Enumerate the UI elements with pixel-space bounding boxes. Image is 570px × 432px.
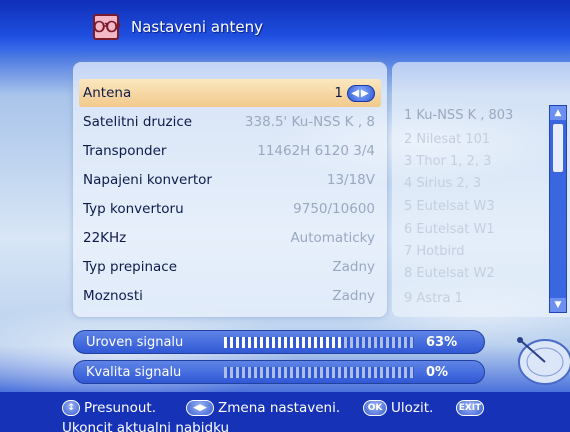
hint-move: ↕ Presunout. bbox=[62, 400, 156, 416]
hint-change-label: Zmena nastaveni. bbox=[218, 400, 341, 416]
list-item[interactable]: 7 Hotbird bbox=[404, 244, 544, 259]
scroll-down-icon[interactable]: ▼ bbox=[550, 298, 566, 312]
list-item[interactable]: 5 Eutelsat W3 bbox=[404, 199, 544, 214]
setting-value: 9750/10600 bbox=[293, 201, 375, 217]
setting-row-22khz[interactable]: 22KHz Automaticky bbox=[79, 224, 381, 252]
setting-row-antena[interactable]: Antena 1 ◀▶ bbox=[79, 79, 381, 107]
hint-save-label: Ulozit. bbox=[391, 400, 434, 416]
setting-label: 22KHz bbox=[83, 230, 127, 246]
settings-panel: Antena 1 ◀▶ Satelitni druzice 338.5' Ku-… bbox=[73, 62, 387, 317]
list-scrollbar[interactable]: ▲ ▼ bbox=[549, 105, 567, 313]
setting-row-transponder[interactable]: Transponder 11462H 6120 3/4 bbox=[79, 137, 381, 165]
setting-value: 1 ◀▶ bbox=[334, 84, 375, 102]
signal-level-label: Uroven signalu bbox=[86, 334, 184, 350]
satellite-app-icon: ᎤᎤ bbox=[93, 14, 121, 40]
hint-exit: EXIT bbox=[456, 400, 484, 416]
setting-row-satellite[interactable]: Satelitni druzice 338.5' Ku-NSS K , 8 bbox=[79, 108, 381, 136]
setting-value: Automaticky bbox=[290, 230, 375, 246]
signal-quality-bar bbox=[224, 367, 414, 378]
setting-row-options[interactable]: Moznosti Zadny bbox=[79, 282, 381, 310]
setting-label: Moznosti bbox=[83, 288, 143, 304]
scroll-up-icon[interactable]: ▲ bbox=[550, 106, 566, 120]
signal-quality-percent: 0% bbox=[426, 364, 449, 380]
signal-quality-label: Kvalita signalu bbox=[86, 364, 182, 380]
list-item[interactable]: 4 Sirius 2, 3 bbox=[404, 176, 544, 191]
signal-level-fill bbox=[224, 337, 344, 348]
list-item[interactable]: 3 Thor 1, 2, 3 bbox=[404, 154, 544, 169]
satellite-list-panel: 1 Ku-NSS K , 803 2 Nilesat 101 3 Thor 1,… bbox=[392, 62, 570, 317]
setting-value: 11462H 6120 3/4 bbox=[257, 143, 375, 159]
setting-label: Typ konvertoru bbox=[83, 201, 184, 217]
list-item[interactable]: 2 Nilesat 101 bbox=[404, 132, 544, 147]
setting-label: Satelitni druzice bbox=[83, 114, 193, 130]
setting-label: Napajeni konvertor bbox=[83, 172, 212, 188]
left-right-arrows-icon[interactable]: ◀▶ bbox=[347, 84, 375, 102]
setting-row-lnb-type[interactable]: Typ konvertoru 9750/10600 bbox=[79, 195, 381, 223]
list-item[interactable]: 6 Eutelsat W1 bbox=[404, 222, 544, 237]
title-bar: ᎤᎤ Nastaveni anteny bbox=[0, 0, 570, 52]
hint-save: OK Ulozit. bbox=[363, 400, 433, 416]
signal-quality-meter: Kvalita signalu 0% bbox=[73, 360, 485, 384]
signal-level-meter: Uroven signalu 63% bbox=[73, 330, 485, 354]
setting-value: 13/18V bbox=[326, 172, 375, 188]
antenna-number: 1 bbox=[334, 85, 343, 101]
setting-value: 338.5' Ku-NSS K , 8 bbox=[244, 114, 375, 130]
setting-label: Antena bbox=[83, 85, 132, 101]
setting-label: Transponder bbox=[83, 143, 167, 159]
setting-row-switch-type[interactable]: Typ prepinace Zadny bbox=[79, 253, 381, 281]
exit-key-icon: EXIT bbox=[456, 400, 484, 416]
list-item[interactable]: 1 Ku-NSS K , 803 bbox=[404, 108, 544, 123]
signal-level-percent: 63% bbox=[426, 334, 458, 350]
setting-label: Typ prepinace bbox=[83, 259, 177, 275]
setting-value: Zadny bbox=[332, 288, 375, 304]
navigate-left-right-icon: ◀▶ bbox=[186, 400, 214, 416]
navigate-up-down-icon: ↕ bbox=[62, 400, 80, 416]
list-item[interactable]: 9 Astra 1 bbox=[404, 291, 544, 306]
page-title: Nastaveni anteny bbox=[131, 18, 264, 36]
hint-exit-label: Ukoncit aktualni nabidku bbox=[62, 420, 230, 432]
signal-level-bar bbox=[224, 337, 414, 348]
setting-row-lnb-power[interactable]: Napajeni konvertor 13/18V bbox=[79, 166, 381, 194]
ok-key-icon: OK bbox=[363, 400, 387, 416]
satellite-dish-icon bbox=[517, 337, 570, 385]
list-item[interactable]: 8 Eutelsat W2 bbox=[404, 266, 544, 281]
hint-move-label: Presunout. bbox=[84, 400, 157, 416]
setting-value: Zadny bbox=[332, 259, 375, 275]
scroll-thumb[interactable] bbox=[553, 124, 563, 172]
hint-change: ◀▶ Zmena nastaveni. bbox=[186, 400, 340, 416]
